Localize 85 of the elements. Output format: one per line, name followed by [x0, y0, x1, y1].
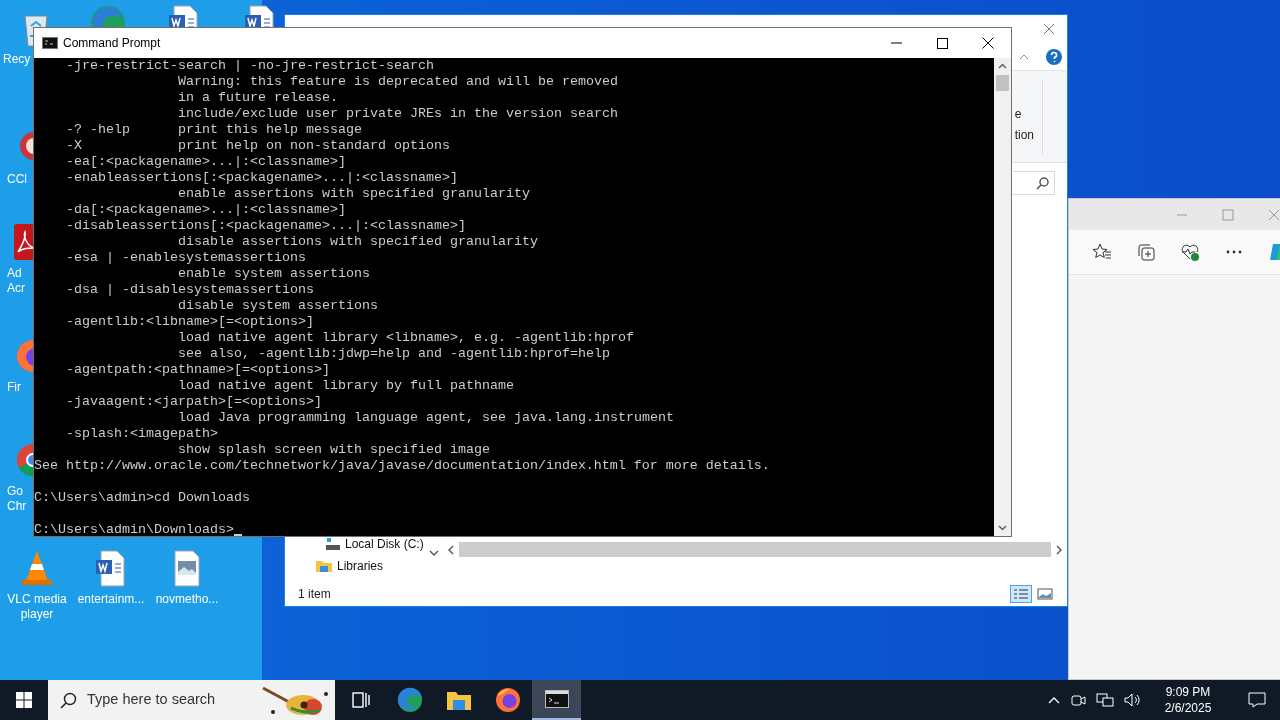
console-text: -? -help — [66, 122, 130, 137]
console-text: disable system assertions — [178, 298, 378, 314]
console-text: -agentlib:<libname>[=<options>] — [66, 314, 314, 330]
console-text: load Java programming language agent, see java.lang.instrument — [178, 410, 674, 426]
console-text: -da[:<packagename>...|:<classname>] — [66, 202, 346, 218]
close-icon — [982, 37, 994, 49]
console-prompt: C:\Users\admin\Downloads> — [34, 522, 234, 536]
nav-item[interactable]: Libraries — [315, 559, 443, 573]
favorites-icon[interactable] — [1092, 242, 1112, 262]
console-text: -jre-restrict-search | -no-jre-restrict-search — [66, 58, 434, 74]
collections-icon[interactable] — [1136, 242, 1156, 262]
icon-label: VLC media — [7, 592, 67, 607]
drive-icon — [325, 537, 341, 551]
clock[interactable]: 9:09 PM 2/6/2025 — [1152, 684, 1224, 716]
browser-icon — [494, 687, 521, 713]
status-text: 1 item — [298, 586, 331, 603]
search-icon — [1036, 176, 1050, 190]
console-text: load native agent library <libname>, e.g. -agentlib:hprof — [178, 330, 634, 346]
camera-icon[interactable] — [1070, 692, 1086, 708]
text-cursor — [233, 534, 242, 536]
console-text: print help on non-standard options — [178, 138, 450, 154]
console-text: in a future release. — [178, 90, 338, 106]
console-text: -disableassertions[:<packagename>...|:<classname>] — [66, 218, 466, 234]
icon-label: player — [20, 607, 54, 622]
icon-label: CCl — [7, 172, 27, 187]
taskbar-app-button[interactable] — [532, 680, 581, 720]
console-text: -X — [66, 138, 82, 153]
icon-label: novmetho... — [155, 592, 219, 607]
scroll-down-icon[interactable] — [429, 549, 439, 557]
console-text: disable assertions with specified granularity — [178, 234, 538, 250]
console-text: Warning: this feature is deprecated and will be removed — [178, 74, 618, 90]
icon-label: Fir — [7, 380, 21, 395]
scroll-thumb[interactable] — [996, 75, 1009, 91]
console-text: -agentpath:<pathname>[=<options>] — [66, 362, 330, 378]
folder-icon — [445, 689, 472, 711]
health-icon[interactable] — [1180, 242, 1200, 262]
console-text: -enableassertions[:<packagename>...|:<classname>] — [66, 170, 458, 186]
icon-label: Recy — [3, 52, 31, 67]
console-text: -dsa | -disablesystemassertions — [66, 282, 314, 298]
ribbon-label: tion — [1014, 127, 1034, 144]
network-icon[interactable] — [1096, 692, 1114, 708]
task-view-icon — [350, 691, 371, 709]
search-field[interactable] — [1013, 171, 1055, 195]
windows-logo-icon — [16, 692, 32, 708]
console-text: -javaagent:<jarpath>[=<options>] — [66, 394, 322, 410]
icon-label: entertainm... — [77, 592, 145, 607]
search-field[interactable]: Type here to search — [48, 680, 335, 720]
console-text: -ea[:<packagename>...|:<classname>] — [66, 154, 346, 170]
scroll-up-icon[interactable] — [998, 63, 1007, 69]
window-title: Command Prompt — [63, 35, 161, 52]
console-text: print this help message — [178, 122, 362, 138]
nav-item[interactable]: Local Disk (C:) — [315, 537, 443, 551]
ribbon-label: e — [1014, 106, 1023, 123]
console-text: See http://www.oracle.com/technetwork/java/javase/documentation/index.html for more details. — [34, 458, 770, 474]
folder-icon — [315, 559, 333, 573]
console-text: enable assertions with specified granularity — [178, 186, 530, 202]
console-text: -splash:<imagepath> — [66, 426, 218, 442]
search-placeholder: Type here to search — [87, 690, 216, 710]
thumbnail-view-icon[interactable] — [1036, 585, 1054, 603]
scroll-down-icon[interactable] — [998, 525, 1007, 531]
maximize-icon — [936, 37, 948, 49]
console-icon — [544, 690, 569, 708]
console-text: load native agent library by full pathname — [178, 378, 514, 394]
icon-label: Go — [7, 484, 23, 499]
notification-icon[interactable] — [1248, 692, 1266, 708]
help-icon[interactable] — [1045, 47, 1063, 66]
speaker-icon[interactable] — [1124, 692, 1142, 708]
scroll-left-icon[interactable] — [447, 544, 455, 555]
close-icon[interactable] — [1043, 23, 1055, 35]
console-text: enable system assertions — [178, 266, 370, 282]
scroll-right-icon[interactable] — [1055, 544, 1063, 555]
console-text: see also, -agentlib:jdwp=help and -agentlib:hprof=help — [178, 346, 610, 362]
browser-icon — [396, 687, 423, 713]
minimize-icon — [890, 42, 902, 44]
vertical-scrollbar[interactable] — [994, 58, 1011, 536]
console-text: -esa | -enablesystemassertions — [66, 250, 306, 266]
details-view-icon[interactable] — [1010, 585, 1032, 603]
icon-label: Chr — [7, 499, 27, 514]
console-text: C:\Users\admin>cd Downloads — [34, 490, 250, 506]
icon-label: Ad — [7, 266, 22, 281]
icon-label: Acr — [7, 281, 25, 296]
console-text: include/exclude user private JREs in the version search — [178, 106, 618, 122]
console-icon — [42, 37, 58, 49]
console-text: show splash screen with specified image — [178, 442, 490, 458]
search-icon — [60, 691, 77, 709]
